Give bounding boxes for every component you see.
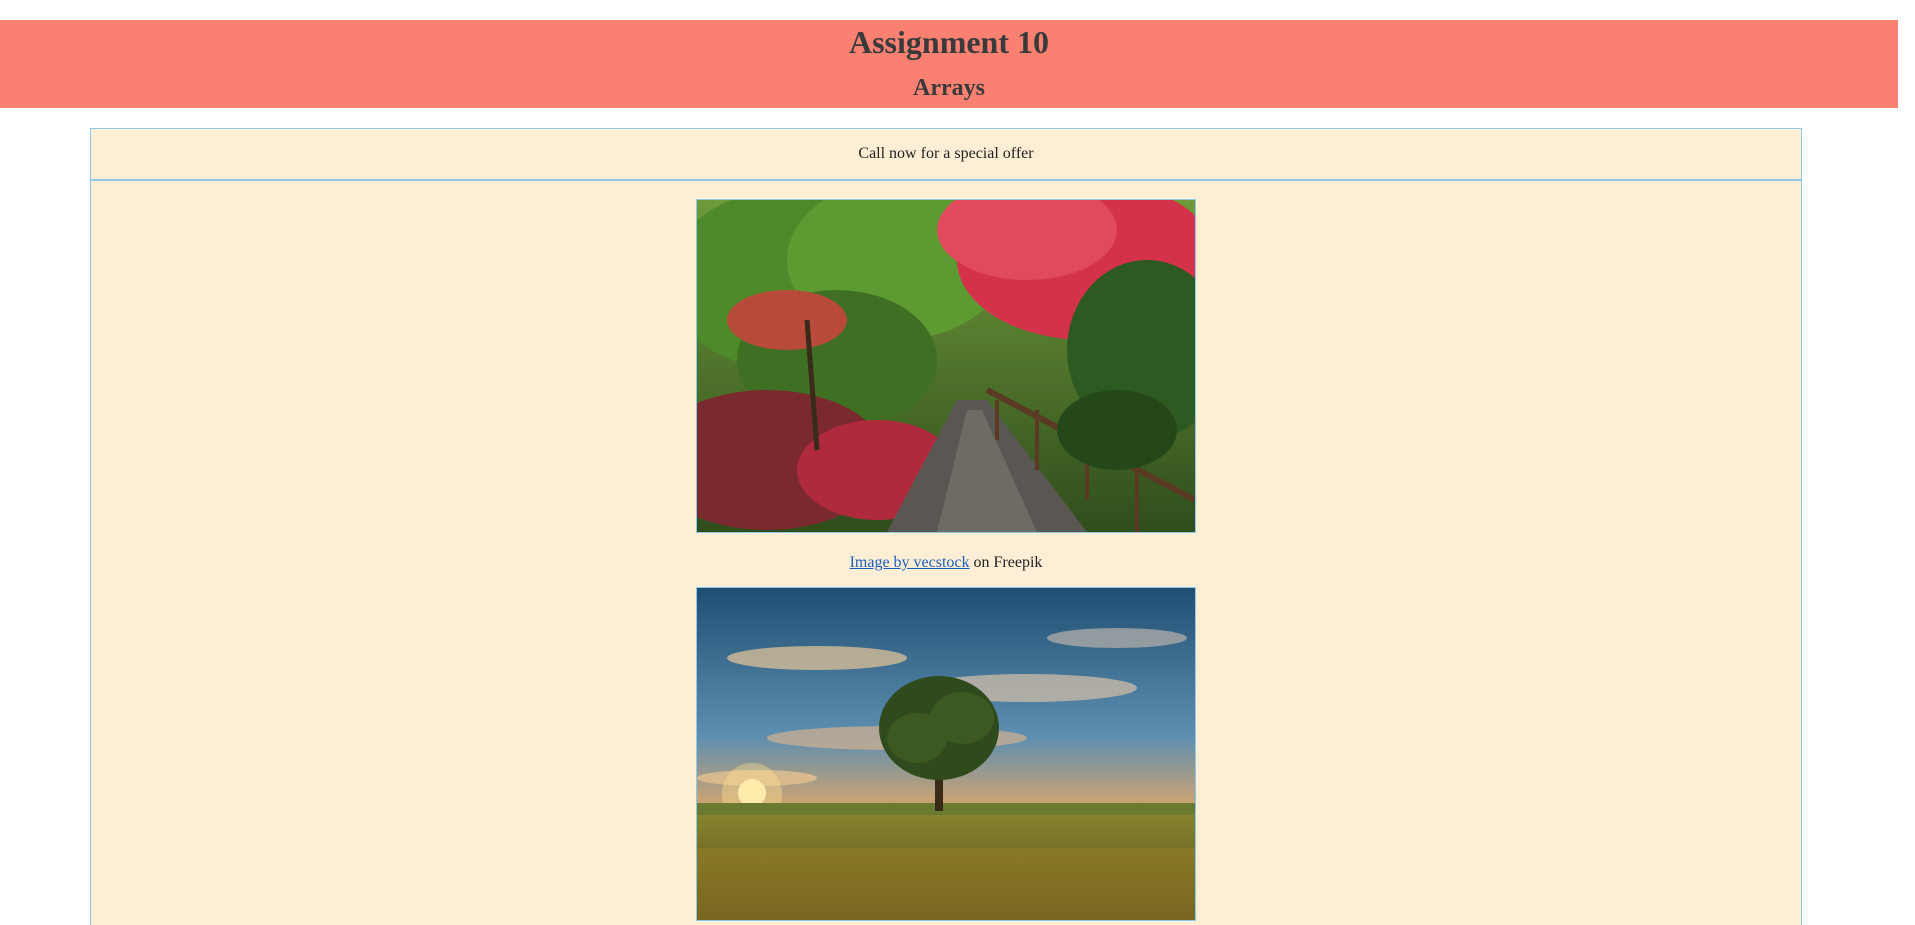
content-container: Call now for a special offer Image by ve… xyxy=(90,128,1802,925)
tree-sunset-photo xyxy=(696,587,1196,921)
page: Assignment 10 Arrays Call now for a spec… xyxy=(0,0,1898,925)
offer-banner: Call now for a special offer xyxy=(91,129,1801,181)
image-credit-link[interactable]: Image by vecstock xyxy=(850,554,970,571)
tree-sunset-image xyxy=(697,588,1195,920)
image-gallery: Image by vecstock on Freepik xyxy=(91,181,1801,921)
page-header: Assignment 10 Arrays xyxy=(0,20,1898,108)
garden-path-image xyxy=(697,200,1195,532)
image-credit-suffix: on Freepik xyxy=(969,554,1043,571)
garden-path-photo xyxy=(696,199,1196,533)
image-caption: Image by vecstock on Freepik xyxy=(91,553,1801,573)
page-title: Assignment 10 xyxy=(848,24,1049,60)
page-subtitle: Arrays xyxy=(913,75,985,101)
